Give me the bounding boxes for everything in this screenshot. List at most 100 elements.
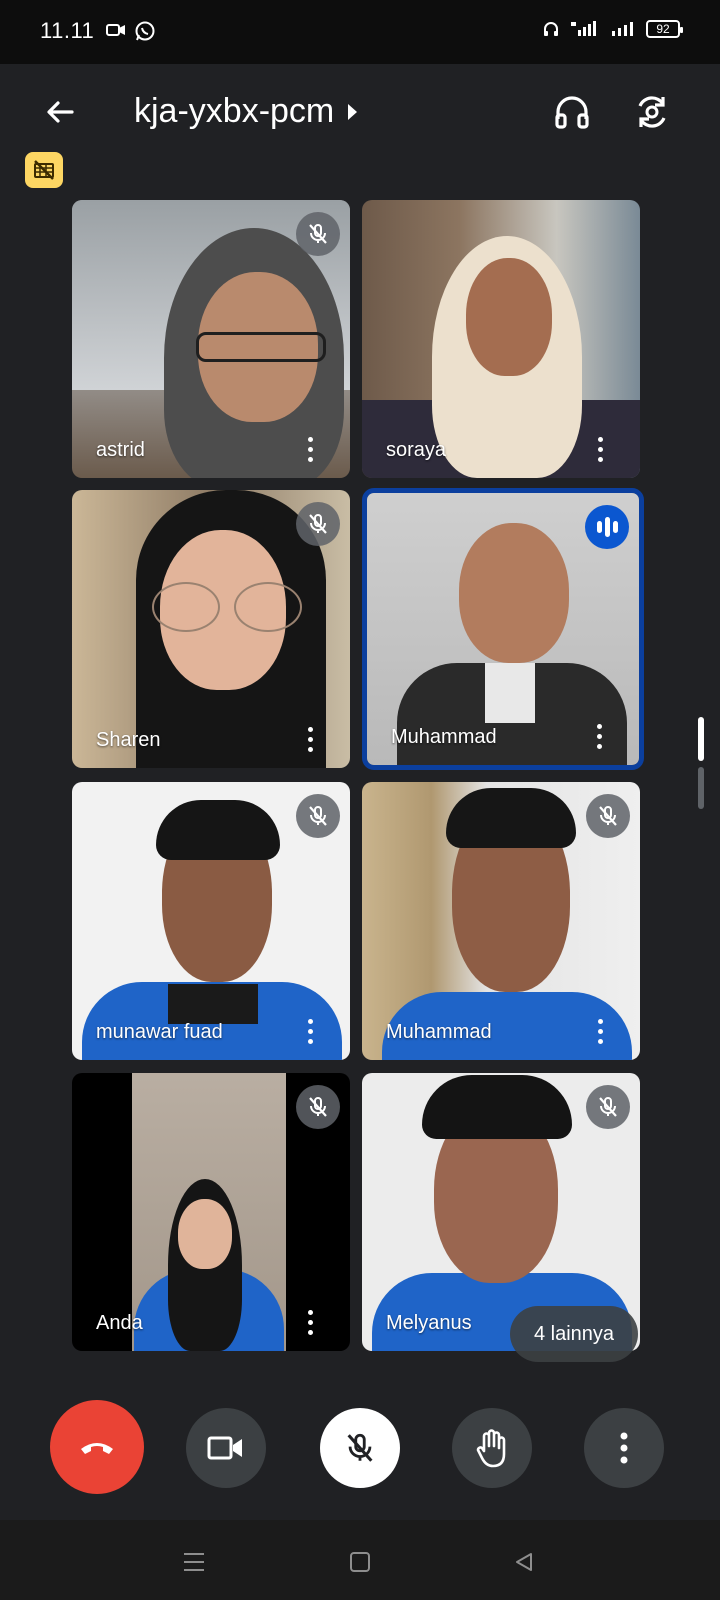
videocam-icon bbox=[207, 1436, 242, 1460]
dot bbox=[596, 723, 602, 729]
dot bbox=[597, 1018, 603, 1024]
status-time: 11.11 bbox=[40, 18, 95, 43]
call-controls bbox=[0, 1400, 720, 1510]
muted-indicator bbox=[586, 1085, 630, 1129]
dot bbox=[307, 1329, 313, 1335]
meeting-code-button[interactable]: kja-yxbx-pcm bbox=[134, 92, 358, 131]
muted-indicator bbox=[296, 212, 340, 256]
mic-toggle-button[interactable] bbox=[320, 1408, 400, 1488]
participant-tile-active-speaker[interactable]: Muhammad bbox=[362, 488, 644, 770]
muted-indicator bbox=[296, 1085, 340, 1129]
mic-off-icon bbox=[309, 514, 327, 534]
participant-options-button[interactable] bbox=[296, 722, 324, 756]
scrollbar-track bbox=[698, 767, 704, 809]
dot bbox=[307, 456, 313, 462]
participant-options-button[interactable] bbox=[296, 1014, 324, 1048]
audio-output-button[interactable] bbox=[548, 88, 596, 136]
dot bbox=[307, 436, 313, 442]
status-icons-right: 92 bbox=[542, 20, 683, 38]
participant-name: Anda bbox=[96, 1312, 143, 1334]
battery-icon: 92 bbox=[646, 20, 683, 38]
audio-level-bar bbox=[604, 517, 610, 537]
participant-name: Sharen bbox=[96, 729, 161, 751]
dot bbox=[307, 746, 313, 752]
dot bbox=[597, 1038, 603, 1044]
dot bbox=[596, 743, 602, 749]
dot bbox=[307, 1309, 313, 1315]
participant-name: astrid bbox=[96, 439, 145, 461]
mic-off-icon bbox=[309, 806, 327, 826]
video-notification-icon bbox=[106, 24, 125, 36]
participant-options-button[interactable] bbox=[296, 1305, 324, 1339]
triangle-back-icon bbox=[516, 1553, 532, 1571]
participant-tile[interactable]: astrid bbox=[72, 200, 350, 478]
mic-off-icon bbox=[347, 1433, 373, 1462]
video-off-badge-icon bbox=[34, 160, 54, 180]
speaking-indicator bbox=[585, 505, 629, 549]
participant-options-button[interactable] bbox=[586, 1014, 614, 1048]
participant-name: Muhammad bbox=[391, 726, 497, 748]
recent-apps-button[interactable] bbox=[174, 1542, 214, 1582]
participant-name: Melyanus bbox=[386, 1312, 472, 1334]
menu-lines-icon bbox=[184, 1553, 204, 1571]
system-back-button[interactable] bbox=[504, 1542, 544, 1582]
participant-name: soraya bbox=[386, 439, 447, 461]
headphones-icon bbox=[555, 96, 589, 129]
battery-level: 92 bbox=[656, 22, 670, 36]
status-bar: 11.11 92 bbox=[0, 0, 720, 64]
camera-toggle-button[interactable] bbox=[186, 1408, 266, 1488]
audio-level-bar bbox=[612, 521, 618, 533]
participant-name: Muhammad bbox=[386, 1021, 492, 1043]
home-button[interactable] bbox=[340, 1542, 380, 1582]
mic-off-icon bbox=[309, 224, 327, 244]
dot bbox=[307, 1018, 313, 1024]
participant-options-button[interactable] bbox=[585, 719, 613, 753]
system-nav-bar bbox=[0, 1520, 720, 1600]
participant-tile[interactable]: Muhammad bbox=[362, 782, 640, 1060]
no-video-indicator-badge[interactable] bbox=[25, 152, 63, 188]
mic-off-icon bbox=[309, 1097, 327, 1117]
participant-tile-self[interactable]: Anda bbox=[72, 1073, 350, 1351]
mic-off-icon bbox=[599, 806, 617, 826]
switch-camera-button[interactable] bbox=[628, 88, 676, 136]
muted-indicator bbox=[296, 502, 340, 546]
status-icons-left bbox=[106, 20, 156, 42]
dot bbox=[597, 446, 603, 452]
dot bbox=[307, 1319, 313, 1325]
end-call-button[interactable] bbox=[50, 1400, 144, 1494]
signal-4g-icon bbox=[571, 21, 596, 36]
meeting-code: kja-yxbx-pcm bbox=[134, 92, 335, 130]
dot bbox=[597, 1028, 603, 1034]
muted-indicator bbox=[586, 794, 630, 838]
whatsapp-icon bbox=[135, 21, 155, 41]
square-home-icon bbox=[350, 1552, 370, 1572]
app-bar: kja-yxbx-pcm bbox=[0, 64, 720, 160]
audio-level-bar bbox=[596, 521, 602, 533]
headset-status-icon bbox=[544, 22, 558, 36]
switch-camera-icon bbox=[638, 96, 666, 128]
participant-options-button[interactable] bbox=[586, 432, 614, 466]
more-options-button[interactable] bbox=[584, 1408, 664, 1488]
dot bbox=[307, 736, 313, 742]
participant-tile[interactable]: soraya bbox=[362, 200, 640, 478]
mic-off-icon bbox=[599, 1097, 617, 1117]
participant-tile[interactable]: munawar fuad bbox=[72, 782, 350, 1060]
dot bbox=[307, 1028, 313, 1034]
raise-hand-button[interactable] bbox=[452, 1408, 532, 1488]
more-participants-button[interactable]: 4 lainnya bbox=[510, 1306, 638, 1362]
arrow-back-icon bbox=[47, 101, 74, 123]
caret-right-icon bbox=[348, 103, 358, 120]
dot bbox=[596, 733, 602, 739]
dot bbox=[307, 726, 313, 732]
muted-indicator bbox=[296, 794, 340, 838]
back-button[interactable] bbox=[36, 88, 84, 136]
signal-icon bbox=[612, 22, 633, 36]
scrollbar-thumb[interactable] bbox=[698, 717, 704, 761]
dot bbox=[597, 456, 603, 462]
raise-hand-icon bbox=[476, 1429, 506, 1468]
more-vert-icon bbox=[620, 1432, 628, 1464]
participant-options-button[interactable] bbox=[296, 432, 324, 466]
dot bbox=[307, 446, 313, 452]
participant-tile[interactable]: Sharen bbox=[72, 490, 350, 768]
dot bbox=[597, 436, 603, 442]
